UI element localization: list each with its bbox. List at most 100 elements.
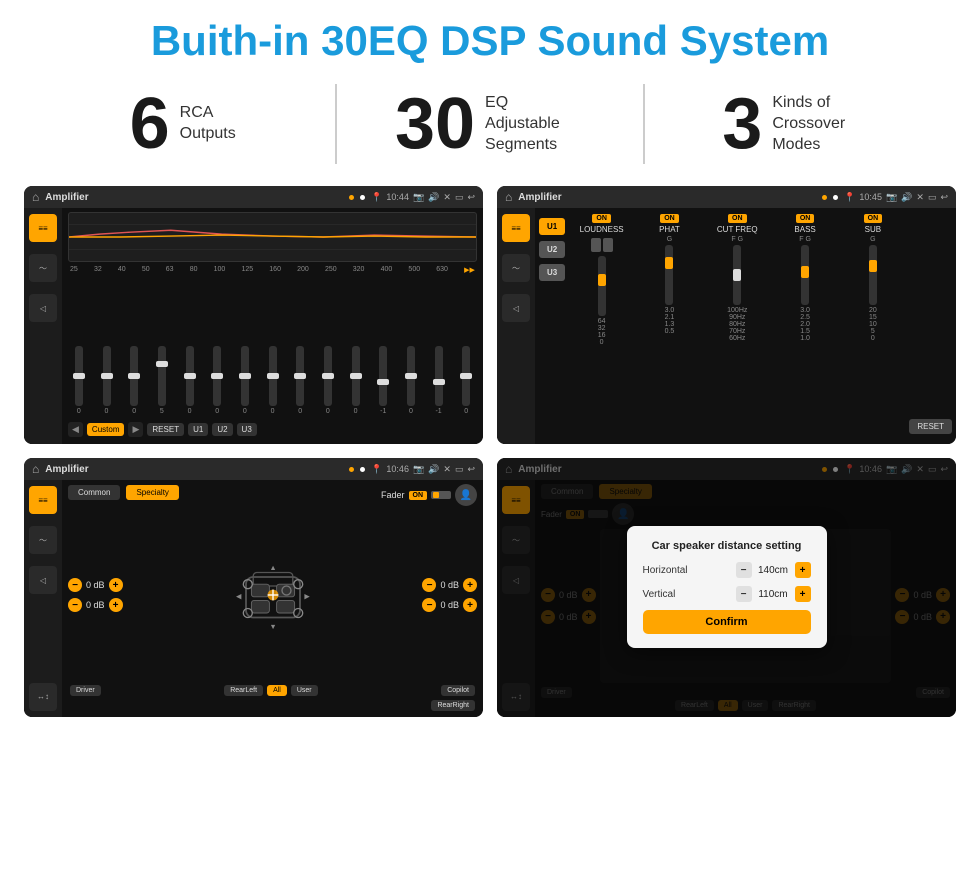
speaker-rearright-btn[interactable]: RearRight — [431, 700, 475, 711]
eq-u3-btn[interactable]: U3 — [237, 423, 257, 436]
fader-db-row-1: − 0 dB + — [68, 578, 123, 592]
xover-preset-u2[interactable]: U2 — [539, 241, 565, 258]
signal-icon-2: ✕ — [916, 192, 924, 203]
fader-minus-4[interactable]: − — [422, 598, 436, 612]
fader-side-btn-speaker[interactable]: ◁ — [29, 566, 57, 594]
sub-slider[interactable] — [869, 245, 877, 305]
fader-side-btn-eq[interactable]: ≡≡ — [29, 486, 57, 514]
fader-db-row-3: − 0 dB + — [422, 578, 477, 592]
xover-side-btn-speaker[interactable]: ◁ — [502, 294, 530, 322]
eq-slider-4[interactable]: 5 — [151, 346, 173, 415]
cutfreq-slider[interactable] — [733, 245, 741, 305]
fader-left-col: − 0 dB + − 0 dB + — [68, 510, 123, 680]
back-icon-1[interactable]: ↩ — [467, 192, 475, 203]
eq-prev-btn[interactable]: ◀ — [68, 422, 83, 437]
bass-label: BASS — [794, 225, 815, 234]
loudness-on-badge[interactable]: ON — [592, 214, 611, 223]
eq-slider-11[interactable]: 0 — [345, 346, 367, 415]
xover-preset-u3[interactable]: U3 — [539, 264, 565, 281]
eq-slider-9[interactable]: 0 — [289, 346, 311, 415]
eq-slider-10[interactable]: 0 — [317, 346, 339, 415]
eq-slider-6[interactable]: 0 — [206, 346, 228, 415]
eq-slider-8[interactable]: 0 — [262, 346, 284, 415]
eq-reset-btn[interactable]: RESET — [147, 423, 184, 436]
sub-values: 20151050 — [869, 307, 877, 342]
camera-icon-1: 📷 — [413, 192, 424, 203]
eq-custom-btn[interactable]: Custom — [87, 423, 125, 436]
eq-slider-12[interactable]: -1 — [372, 346, 394, 415]
dialog-vertical-plus[interactable]: + — [795, 586, 811, 602]
xover-side-btn-eq[interactable]: ≡≡ — [502, 214, 530, 242]
fader-body: − 0 dB + − 0 dB + — [68, 510, 477, 680]
eq-side-btn-eq[interactable]: ≡≡ — [29, 214, 57, 242]
eq-side-btn-speaker[interactable]: ◁ — [29, 294, 57, 322]
fader-tab-specialty[interactable]: Specialty — [126, 485, 178, 500]
fader-slider-mini-thumb — [433, 492, 439, 498]
loudness-switches — [591, 238, 613, 252]
xover-reset-btn[interactable]: RESET — [909, 419, 952, 434]
home-icon-3[interactable]: ⌂ — [32, 462, 39, 476]
fader-minus-1[interactable]: − — [68, 578, 82, 592]
dialog-horizontal-plus[interactable]: + — [795, 562, 811, 578]
bass-on-badge[interactable]: ON — [796, 214, 815, 223]
phat-label: PHAT — [659, 225, 680, 234]
cutfreq-on-badge[interactable]: ON — [728, 214, 747, 223]
eq-u2-btn[interactable]: U2 — [212, 423, 232, 436]
eq-slider-5[interactable]: 0 — [179, 346, 201, 415]
bass-slider[interactable] — [801, 245, 809, 305]
xover-side-btn-wave[interactable]: 〜 — [502, 254, 530, 282]
fader-main: Common Specialty Fader ON 👤 — [62, 480, 483, 716]
volume-icon-3: 🔊 — [428, 464, 439, 475]
eq-side-btn-wave[interactable]: 〜 — [29, 254, 57, 282]
fader-tab-common[interactable]: Common — [68, 485, 120, 500]
phat-on-badge[interactable]: ON — [660, 214, 679, 223]
back-icon-2[interactable]: ↩ — [940, 192, 948, 203]
eq-slider-1[interactable]: 0 — [68, 346, 90, 415]
fader-on-badge[interactable]: ON — [409, 491, 428, 500]
xover-sub: ON SUB G 20151050 — [840, 214, 905, 438]
fader-plus-4[interactable]: + — [463, 598, 477, 612]
loudness-sw1[interactable] — [591, 238, 601, 252]
screen-body-eq: ≡≡ 〜 ◁ — [24, 208, 483, 444]
speaker-driver-btn[interactable]: Driver — [70, 685, 101, 696]
speaker-rearleft-btn[interactable]: RearLeft — [224, 685, 263, 696]
sub-on-badge[interactable]: ON — [864, 214, 883, 223]
home-icon-2[interactable]: ⌂ — [505, 190, 512, 204]
eq-play-btn[interactable]: ▶ — [128, 422, 143, 437]
stat-eq-number: 30 — [395, 88, 475, 160]
fader-slider-mini[interactable] — [431, 491, 451, 499]
confirm-button[interactable]: Confirm — [643, 610, 811, 634]
speaker-copilot-btn[interactable]: Copilot — [441, 685, 475, 696]
bass-labels: F G — [799, 236, 811, 243]
eq-slider-2[interactable]: 0 — [96, 346, 118, 415]
time-2: 10:45 — [859, 192, 882, 202]
fader-minus-3[interactable]: − — [422, 578, 436, 592]
eq-slider-14[interactable]: -1 — [428, 346, 450, 415]
fader-plus-1[interactable]: + — [109, 578, 123, 592]
speaker-all-btn[interactable]: All — [267, 685, 287, 696]
fader-minus-2[interactable]: − — [68, 598, 82, 612]
dialog-vertical-minus[interactable]: − — [736, 586, 752, 602]
xover-preset-u1[interactable]: U1 — [539, 218, 565, 235]
eq-u1-btn[interactable]: U1 — [188, 423, 208, 436]
dialog-horizontal-minus[interactable]: − — [736, 562, 752, 578]
fader-side-btn-arrows[interactable]: ↔↕ — [29, 683, 57, 711]
fader-plus-3[interactable]: + — [463, 578, 477, 592]
eq-slider-13[interactable]: 0 — [400, 346, 422, 415]
fader-bottom-labels: Driver RearLeft All User Copilot — [68, 681, 477, 698]
recording-dot-3 — [349, 467, 354, 472]
back-icon-3[interactable]: ↩ — [467, 464, 475, 475]
eq-slider-7[interactable]: 0 — [234, 346, 256, 415]
fader-side-btn-wave[interactable]: 〜 — [29, 526, 57, 554]
app-title-1: Amplifier — [45, 192, 343, 203]
phat-slider[interactable] — [665, 245, 673, 305]
speaker-user-btn[interactable]: User — [291, 685, 318, 696]
eq-slider-3[interactable]: 0 — [123, 346, 145, 415]
window-icon-1: ▭ — [455, 192, 464, 203]
loudness-sw2[interactable] — [603, 238, 613, 252]
loudness-slider[interactable] — [598, 256, 606, 316]
eq-slider-15[interactable]: 0 — [455, 346, 477, 415]
screen-crossover: ⌂ Amplifier 📍 10:45 📷 🔊 ✕ ▭ ↩ ≡≡ 〜 ◁ — [497, 186, 956, 444]
fader-plus-2[interactable]: + — [109, 598, 123, 612]
home-icon-1[interactable]: ⌂ — [32, 190, 39, 204]
